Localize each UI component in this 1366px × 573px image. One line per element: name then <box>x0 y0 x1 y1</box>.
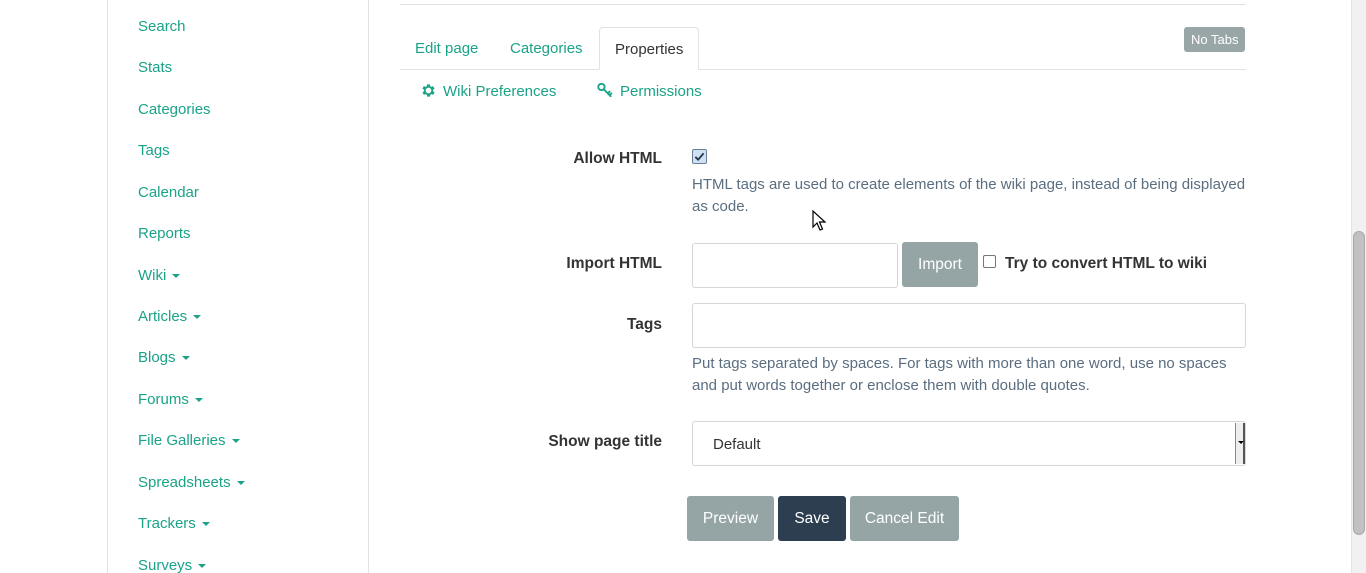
chevron-down-icon <box>1235 423 1245 464</box>
import-html-input[interactable] <box>692 243 898 288</box>
cancel-edit-button[interactable]: Cancel Edit <box>850 496 959 541</box>
sidebar-item-forums[interactable]: Forums <box>138 391 203 408</box>
sidebar-item-stats[interactable]: Stats <box>138 59 172 76</box>
mouse-cursor-icon <box>812 210 826 231</box>
subtab-permissions[interactable]: Permissions <box>596 82 702 100</box>
sidebar-item-blogs[interactable]: Blogs <box>138 349 190 366</box>
sidebar-item-surveys[interactable]: Surveys <box>138 557 207 573</box>
tab-categories[interactable]: Categories <box>495 27 598 70</box>
allow-html-help: HTML tags are used to create elements of… <box>692 176 1246 215</box>
caret-down-icon <box>236 481 245 486</box>
sidebar-item-tags[interactable]: Tags <box>138 142 170 159</box>
show-page-title-select[interactable]: Default <box>692 421 1246 466</box>
caret-down-icon <box>231 439 240 444</box>
allow-html-checkbox[interactable] <box>692 149 707 164</box>
show-page-title-label: Show page title <box>548 433 662 450</box>
no-tabs-button[interactable]: No Tabs <box>1184 27 1246 52</box>
convert-html-checkbox[interactable] <box>983 255 996 268</box>
scrollbar-thumb[interactable] <box>1353 231 1365 535</box>
caret-down-icon <box>201 522 210 527</box>
sidebar: Search Stats Categories Tags Calendar Re… <box>107 0 369 573</box>
sidebar-item-file-galleries[interactable]: File Galleries <box>138 432 240 449</box>
sidebar-item-reports[interactable]: Reports <box>138 225 191 242</box>
sidebar-item-calendar[interactable]: Calendar <box>138 184 199 201</box>
tags-label: Tags <box>626 316 662 333</box>
caret-down-icon <box>181 356 190 361</box>
sidebar-item-categories[interactable]: Categories <box>138 101 211 118</box>
caret-down-icon <box>193 315 202 320</box>
caret-down-icon <box>172 274 181 279</box>
caret-down-icon <box>198 564 207 569</box>
tab-edit-page[interactable]: Edit page <box>400 27 493 70</box>
top-divider <box>400 4 1246 5</box>
tags-help: Put tags separated by spaces. For tags w… <box>692 355 1227 394</box>
allow-html-label: Allow HTML <box>573 150 662 167</box>
import-button[interactable]: Import <box>902 242 978 287</box>
save-button[interactable]: Save <box>778 496 846 541</box>
gear-icon <box>422 84 435 97</box>
sidebar-item-wiki[interactable]: Wiki <box>138 267 181 284</box>
tab-properties[interactable]: Properties <box>599 27 700 70</box>
preview-button[interactable]: Preview <box>687 496 774 541</box>
sidebar-item-articles[interactable]: Articles <box>138 308 202 325</box>
checkmark-icon <box>694 152 705 162</box>
select-value: Default <box>713 436 761 453</box>
key-icon <box>597 82 613 98</box>
caret-down-icon <box>194 398 203 403</box>
sidebar-item-spreadsheets[interactable]: Spreadsheets <box>138 474 245 491</box>
convert-html-label: Try to convert HTML to wiki <box>1005 255 1208 272</box>
import-html-label: Import HTML <box>566 255 662 272</box>
subtab-wiki-preferences[interactable]: Wiki Preferences <box>420 82 556 100</box>
sidebar-item-search[interactable]: Search <box>138 18 186 35</box>
tags-input[interactable] <box>692 303 1246 348</box>
sidebar-item-trackers[interactable]: Trackers <box>138 515 210 532</box>
